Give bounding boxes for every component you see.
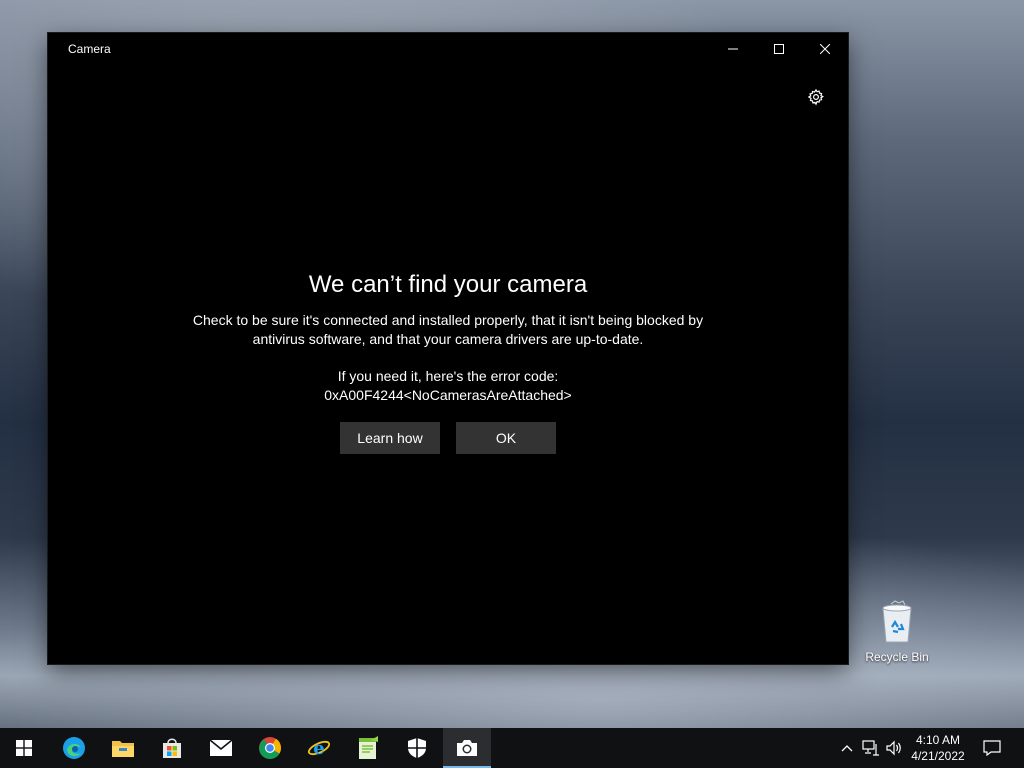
start-button[interactable] xyxy=(0,728,48,768)
volume-button[interactable] xyxy=(883,728,905,768)
maximize-button[interactable] xyxy=(756,33,802,65)
ie-icon: e xyxy=(307,738,331,759)
notepad-icon xyxy=(359,736,378,759)
chrome-icon xyxy=(259,737,281,759)
dialog-buttons: Learn how OK xyxy=(48,422,848,454)
gear-icon xyxy=(807,88,824,106)
error-description: Check to be sure it's connected and inst… xyxy=(192,312,704,347)
taskbar-notepad-plus[interactable] xyxy=(344,728,392,768)
close-button[interactable] xyxy=(802,33,848,65)
shield-icon xyxy=(408,738,426,758)
taskbar-mail[interactable] xyxy=(197,728,245,768)
show-hidden-icons-button[interactable] xyxy=(836,728,858,768)
mail-icon xyxy=(209,739,233,756)
error-title: We can’t find your camera xyxy=(308,271,588,298)
windows-logo-icon xyxy=(16,740,32,756)
error-message: We can’t find your camera Check to be su… xyxy=(48,271,848,454)
recycle-bin-icon xyxy=(882,600,912,643)
desktop: Camera We can’t find your camera Check t… xyxy=(0,0,1024,768)
notification-icon xyxy=(983,740,1001,756)
action-center-button[interactable] xyxy=(980,728,1004,768)
volume-icon xyxy=(886,740,901,756)
taskbar-store[interactable] xyxy=(148,728,196,768)
taskbar-windows-security[interactable] xyxy=(393,728,441,768)
title-bar[interactable]: Camera xyxy=(48,33,848,65)
error-code-intro: If you need it, here's the error code: xyxy=(337,368,559,384)
taskbar-chrome[interactable] xyxy=(246,728,294,768)
maximize-icon xyxy=(774,44,784,54)
taskbar-camera[interactable] xyxy=(443,728,491,768)
clock-time: 4:10 AM xyxy=(915,733,961,747)
minimize-icon xyxy=(728,48,738,50)
error-code: 0xA00F4244<NoCamerasAreAttached> xyxy=(324,387,572,403)
network-icon xyxy=(862,740,879,756)
taskbar-file-explorer[interactable] xyxy=(99,728,147,768)
edge-icon xyxy=(63,737,85,759)
chevron-up-icon xyxy=(841,745,853,752)
taskbar: e 4:10 AM 4/21/2022 xyxy=(0,728,1024,768)
camera-window: Camera We can’t find your camera Check t… xyxy=(48,33,848,664)
taskbar-edge[interactable] xyxy=(50,728,98,768)
network-button[interactable] xyxy=(860,728,882,768)
svg-text:e: e xyxy=(313,738,324,759)
error-code-block: If you need it, here's the error code: 0… xyxy=(48,367,848,405)
ok-button[interactable]: OK xyxy=(456,422,556,454)
clock-date: 4/21/2022 xyxy=(911,749,965,763)
camera-icon xyxy=(457,740,477,756)
learn-how-button[interactable]: Learn how xyxy=(340,422,440,454)
recycle-bin[interactable]: Recycle Bin xyxy=(862,600,932,664)
settings-button[interactable] xyxy=(804,85,828,109)
close-icon xyxy=(820,44,830,54)
window-title: Camera xyxy=(68,42,111,56)
store-icon xyxy=(163,738,181,758)
folder-icon xyxy=(112,741,134,757)
taskbar-internet-explorer[interactable]: e xyxy=(295,728,343,768)
clock[interactable]: 4:10 AM 4/21/2022 xyxy=(906,732,970,764)
minimize-button[interactable] xyxy=(710,33,756,65)
recycle-bin-label: Recycle Bin xyxy=(865,650,929,664)
